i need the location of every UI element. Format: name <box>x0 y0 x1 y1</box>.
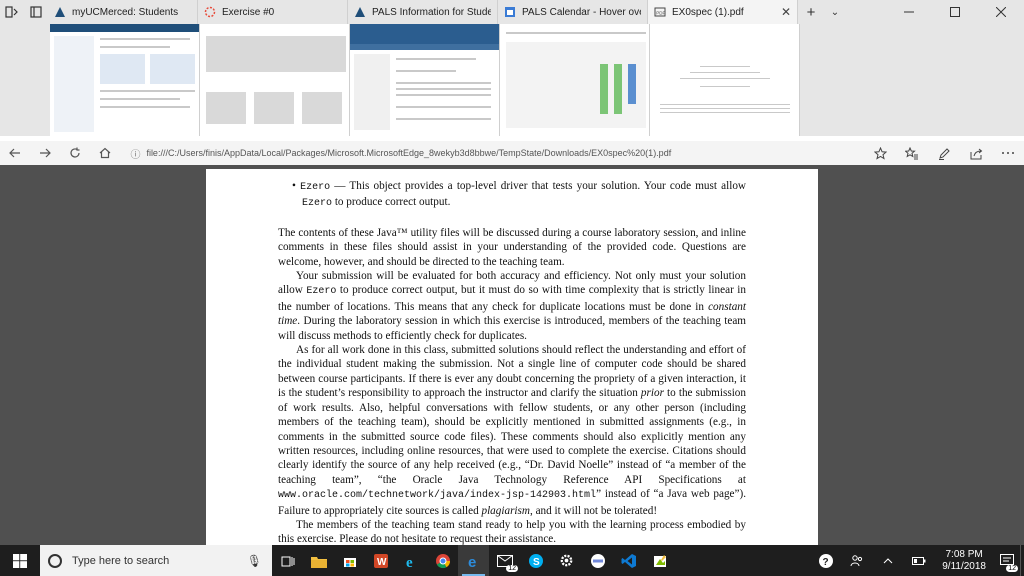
clock-time: 7:08 PM <box>945 548 983 560</box>
tab-pals-calendar[interactable]: PALS Calendar - Hover over <box>498 0 648 24</box>
clock[interactable]: 7:08 PM 9/11/2018 <box>934 549 994 573</box>
tab-title: PALS Information for Studer <box>372 6 491 18</box>
file-explorer-icon[interactable] <box>303 545 334 576</box>
navigation-bar: ⓘ file:///C:/Users/finis/AppData/Local/P… <box>0 141 1024 165</box>
windows-start-icon[interactable] <box>0 545 40 576</box>
tab-list-chevron-icon[interactable]: ⌄ <box>824 0 846 24</box>
chrome-icon[interactable] <box>427 545 458 576</box>
new-tab-button[interactable]: + <box>798 0 824 24</box>
url-text: file:///C:/Users/finis/AppData/Local/Pac… <box>146 148 672 158</box>
store-icon[interactable] <box>334 545 365 576</box>
address-bar[interactable]: ⓘ file:///C:/Users/finis/AppData/Local/P… <box>130 142 807 164</box>
refresh-icon[interactable] <box>60 141 90 165</box>
tab-preview-myucmerced[interactable] <box>50 24 200 136</box>
tabs-aside-icon[interactable] <box>24 0 48 24</box>
system-tray: ? 7:08 PM 9/11/2018 12 <box>810 545 1024 576</box>
pdf-page: • Ezero — This object provides a top-lev… <box>206 169 818 545</box>
pdf-viewport[interactable]: • Ezero — This object provides a top-lev… <box>0 165 1024 545</box>
tab-title: Exercise #0 <box>222 6 275 18</box>
show-hidden-icons-chevron-icon[interactable] <box>872 545 903 576</box>
mail-unread-badge: 12 <box>506 565 518 572</box>
back-arrow-icon[interactable] <box>0 141 30 165</box>
ucm-favicon-icon <box>355 7 365 17</box>
loading-favicon-icon <box>204 6 216 18</box>
vscode-icon[interactable] <box>613 545 644 576</box>
microphone-icon[interactable]: 🎙 <box>247 554 262 568</box>
taskbar-search[interactable]: Type here to search 🎙 <box>40 545 272 576</box>
tab-title: PALS Calendar - Hover over <box>522 6 641 18</box>
paragraph-academic-integrity: As for all work done in this class, subm… <box>278 344 746 517</box>
help-icon[interactable]: ? <box>810 545 841 576</box>
task-view-icon[interactable] <box>272 545 303 576</box>
battery-icon[interactable] <box>903 545 934 576</box>
close-window-button[interactable] <box>978 0 1024 24</box>
mail-icon[interactable]: 12 <box>489 545 520 576</box>
ie-icon[interactable]: e <box>396 545 427 576</box>
set-aside-tabs-icon[interactable] <box>0 0 24 24</box>
tab-exercise0[interactable]: Exercise #0 <box>198 0 348 24</box>
tab-previews <box>0 24 1024 136</box>
tab-title: myUCMerced: Students <box>72 6 179 18</box>
show-desktop-button[interactable] <box>1020 545 1024 576</box>
svg-text:W: W <box>377 557 387 568</box>
more-icon[interactable] <box>992 141 1024 165</box>
taskbar: Type here to search 🎙 W e e 12 S ? 7:08 … <box>0 545 1024 576</box>
action-center-icon[interactable]: 12 <box>994 545 1020 576</box>
document-text: • Ezero — This object provides a top-lev… <box>278 179 746 545</box>
calendar-favicon-icon <box>505 7 515 17</box>
maximize-button[interactable] <box>932 0 978 24</box>
notification-count-badge: 12 <box>1006 565 1018 572</box>
home-icon[interactable] <box>90 141 120 165</box>
tab-preview-pals-calendar[interactable] <box>500 24 650 136</box>
add-favorite-star-icon[interactable] <box>866 141 896 165</box>
tab-preview-pals-info[interactable] <box>350 24 500 136</box>
paragraph-evaluation: Your submission will be evaluated for bo… <box>278 270 746 342</box>
edge-icon[interactable]: e <box>458 545 489 576</box>
svg-text:e: e <box>468 554 476 569</box>
people-icon[interactable] <box>841 545 872 576</box>
office-icon[interactable]: W <box>365 545 396 576</box>
paragraph-teaching-team: The members of the teaching team stand r… <box>278 518 746 545</box>
paint-icon[interactable] <box>644 545 675 576</box>
tab-ex0spec-pdf[interactable]: PDF EX0spec (1).pdf ✕ <box>648 0 798 24</box>
pdf-favicon-icon: PDF <box>654 7 666 17</box>
discord-icon[interactable] <box>582 545 613 576</box>
bullet-ezero: • Ezero — This object provides a top-lev… <box>292 180 747 210</box>
minimize-button[interactable] <box>886 0 932 24</box>
share-icon[interactable] <box>960 141 992 165</box>
paragraph-utility-files: The contents of these Java™ utility file… <box>278 226 746 268</box>
svg-text:S: S <box>533 557 540 568</box>
close-tab-icon[interactable]: ✕ <box>781 5 791 19</box>
page-info-icon[interactable]: ⓘ <box>130 146 140 161</box>
tab-preview-exercise0[interactable] <box>200 24 350 136</box>
search-placeholder: Type here to search <box>72 554 170 567</box>
svg-text:PDF: PDF <box>656 10 665 15</box>
tab-strip: myUCMerced: Students Exercise #0 PALS In… <box>0 0 1024 24</box>
favorites-hub-icon[interactable] <box>896 141 928 165</box>
ucm-favicon-icon <box>55 7 65 17</box>
settings-icon[interactable] <box>551 545 582 576</box>
svg-text:?: ? <box>822 557 828 568</box>
tab-myucmerced[interactable]: myUCMerced: Students <box>48 0 198 24</box>
svg-text:e: e <box>406 555 413 569</box>
pen-icon[interactable] <box>928 141 960 165</box>
forward-arrow-icon[interactable] <box>30 141 60 165</box>
tab-pals-info[interactable]: PALS Information for Studer <box>348 0 498 24</box>
skype-icon[interactable]: S <box>520 545 551 576</box>
cortana-icon <box>48 553 62 568</box>
tab-preview-ex0spec[interactable] <box>650 24 800 136</box>
clock-date: 9/11/2018 <box>942 560 986 572</box>
tab-title: EX0spec (1).pdf <box>672 6 744 18</box>
